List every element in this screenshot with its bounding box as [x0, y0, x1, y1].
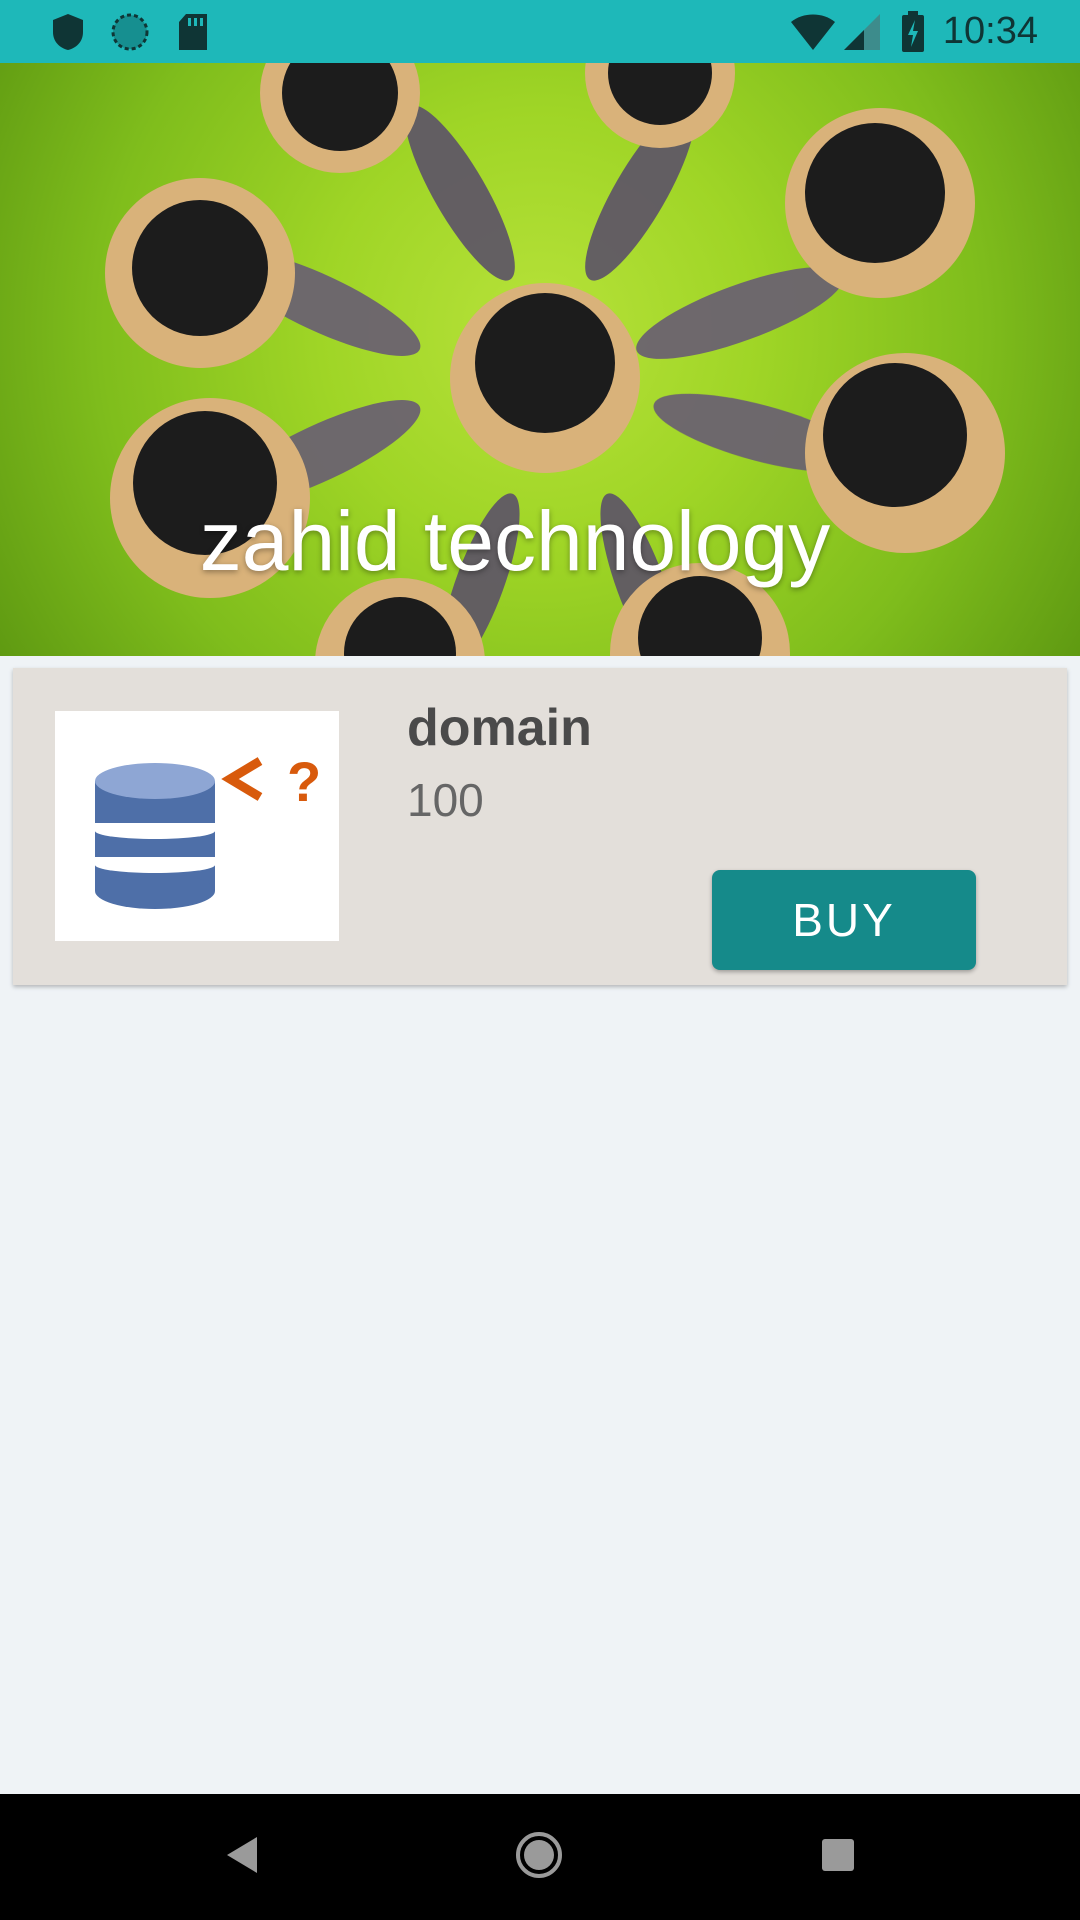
- signal-icon: [842, 0, 882, 63]
- product-image: ?: [55, 711, 339, 941]
- sync-icon: [110, 0, 150, 63]
- database-icon: ?: [55, 711, 339, 945]
- recents-button[interactable]: [778, 1794, 898, 1920]
- product-price: 100: [407, 774, 484, 826]
- battery-charging-icon: [900, 0, 926, 63]
- sd-card-icon: [176, 0, 210, 63]
- recents-icon: [820, 1837, 856, 1877]
- buy-button[interactable]: BUY: [712, 870, 976, 970]
- hero-title: zahid technology: [199, 494, 831, 588]
- product-card[interactable]: ? domain 100 BUY: [13, 668, 1067, 985]
- status-bar: 10:34: [0, 0, 1080, 63]
- home-icon: [514, 1830, 564, 1884]
- product-name: domain: [407, 699, 592, 757]
- shield-icon: [50, 0, 86, 63]
- hero-banner: zahid technology: [0, 63, 1080, 656]
- navigation-bar: [0, 1794, 1080, 1920]
- back-button[interactable]: [182, 1794, 302, 1920]
- wifi-icon: [790, 0, 836, 63]
- back-icon: [225, 1835, 259, 1879]
- home-button[interactable]: [479, 1794, 599, 1920]
- svg-text:?: ?: [287, 750, 321, 813]
- status-time: 10:34: [942, 10, 1038, 52]
